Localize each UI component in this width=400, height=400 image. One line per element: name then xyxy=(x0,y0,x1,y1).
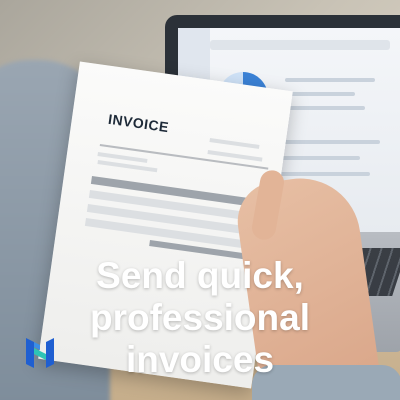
headline-line-2: professional xyxy=(90,297,310,338)
headline-line-1: Send quick, xyxy=(96,255,304,296)
headline: Send quick, professional invoices xyxy=(0,255,400,381)
hero-image: INVOICE Send quick, professional invoice… xyxy=(0,0,400,400)
brand-logo-icon xyxy=(26,338,54,368)
screen-text-line xyxy=(285,78,375,82)
headline-line-3: invoices xyxy=(125,339,275,380)
screen-text-line xyxy=(285,92,355,96)
screen-topbar xyxy=(210,40,390,50)
screen-text-line xyxy=(285,106,365,110)
